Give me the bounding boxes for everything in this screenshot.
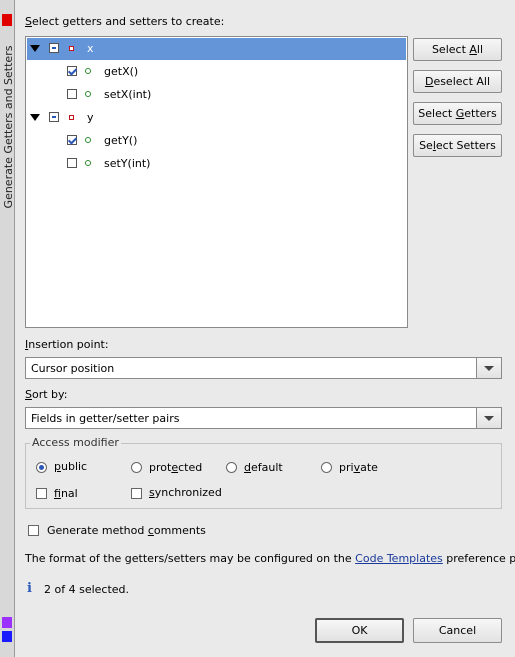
side-strip: Generate Getters and Setters bbox=[0, 0, 15, 657]
setx-checkbox[interactable] bbox=[67, 89, 77, 99]
insertion-point-value: Cursor position bbox=[31, 362, 115, 375]
field-icon bbox=[69, 115, 74, 120]
select-getters-button[interactable]: Select Getters bbox=[413, 102, 502, 125]
chevron-down-icon[interactable] bbox=[476, 408, 501, 428]
expand-triangle-icon[interactable] bbox=[30, 45, 40, 52]
tree-row-setx[interactable]: setX(int) bbox=[27, 84, 406, 106]
tree-row-label: setX(int) bbox=[104, 88, 152, 101]
tree-row-field-x[interactable]: x bbox=[27, 38, 406, 60]
format-note: The format of the getters/setters may be… bbox=[25, 552, 515, 565]
tree-row-label: getX() bbox=[104, 65, 139, 78]
insertion-point-label: Insertion point: bbox=[25, 338, 109, 351]
access-modifier-group: Access modifier public protected default… bbox=[25, 436, 502, 509]
method-icon bbox=[85, 160, 91, 166]
sort-by-select[interactable]: Fields in getter/setter pairs bbox=[25, 407, 502, 429]
gety-checkbox[interactable] bbox=[67, 135, 77, 145]
default-label: default bbox=[244, 461, 283, 474]
field-icon bbox=[69, 46, 74, 51]
code-templates-link[interactable]: Code Templates bbox=[355, 552, 443, 565]
final-label: final bbox=[54, 487, 78, 500]
access-modifier-legend: Access modifier bbox=[30, 436, 121, 449]
sort-by-value: Fields in getter/setter pairs bbox=[31, 412, 180, 425]
tree-row-sety[interactable]: setY(int) bbox=[27, 153, 406, 175]
protected-radio[interactable] bbox=[131, 462, 142, 473]
cancel-button[interactable]: Cancel bbox=[413, 618, 502, 643]
public-label: public bbox=[54, 460, 88, 473]
default-radio[interactable] bbox=[226, 462, 237, 473]
method-icon bbox=[85, 137, 91, 143]
sety-checkbox[interactable] bbox=[67, 158, 77, 168]
tree-row-label: getY() bbox=[104, 134, 138, 147]
protected-label: protected bbox=[149, 461, 203, 474]
synchronized-label: synchronized bbox=[149, 486, 222, 499]
insertion-point-select[interactable]: Cursor position bbox=[25, 357, 502, 379]
private-label: private bbox=[339, 461, 378, 474]
chevron-down-icon[interactable] bbox=[476, 358, 501, 378]
tree-row-getx[interactable]: getX() bbox=[27, 61, 406, 83]
method-icon bbox=[85, 91, 91, 97]
tree-row-label: x bbox=[87, 42, 94, 55]
ok-button[interactable]: OK bbox=[315, 618, 404, 643]
field-x-checkbox[interactable] bbox=[49, 43, 59, 53]
tree-row-gety[interactable]: getY() bbox=[27, 130, 406, 152]
members-tree[interactable]: x getX() setX(int) y getY() setY(int) bbox=[25, 36, 408, 328]
tree-prompt: Select getters and setters to create: bbox=[25, 15, 225, 28]
expand-triangle-icon[interactable] bbox=[30, 114, 40, 121]
tree-row-label: y bbox=[87, 111, 94, 124]
generate-comments-label: Generate method comments bbox=[47, 524, 206, 537]
blue-marker bbox=[2, 631, 12, 642]
tree-row-field-y[interactable]: y bbox=[27, 107, 406, 129]
sort-by-label: Sort by: bbox=[25, 388, 68, 401]
select-all-button[interactable]: Select All bbox=[413, 38, 502, 61]
generate-comments-checkbox[interactable] bbox=[28, 525, 39, 536]
select-setters-button[interactable]: Select Setters bbox=[413, 134, 502, 157]
final-checkbox[interactable] bbox=[36, 488, 47, 499]
method-icon bbox=[85, 68, 91, 74]
private-radio[interactable] bbox=[321, 462, 332, 473]
field-y-checkbox[interactable] bbox=[49, 112, 59, 122]
selection-status: 2 of 4 selected. bbox=[44, 583, 130, 596]
tree-row-label: setY(int) bbox=[104, 157, 151, 170]
public-radio[interactable] bbox=[36, 462, 47, 473]
red-marker bbox=[2, 14, 12, 26]
info-icon: i bbox=[27, 581, 32, 596]
getx-checkbox[interactable] bbox=[67, 66, 77, 76]
purple-marker bbox=[2, 617, 12, 628]
synchronized-checkbox[interactable] bbox=[131, 488, 142, 499]
deselect-all-button[interactable]: Deselect All bbox=[413, 70, 502, 93]
side-tab-title[interactable]: Generate Getters and Setters bbox=[2, 32, 16, 222]
